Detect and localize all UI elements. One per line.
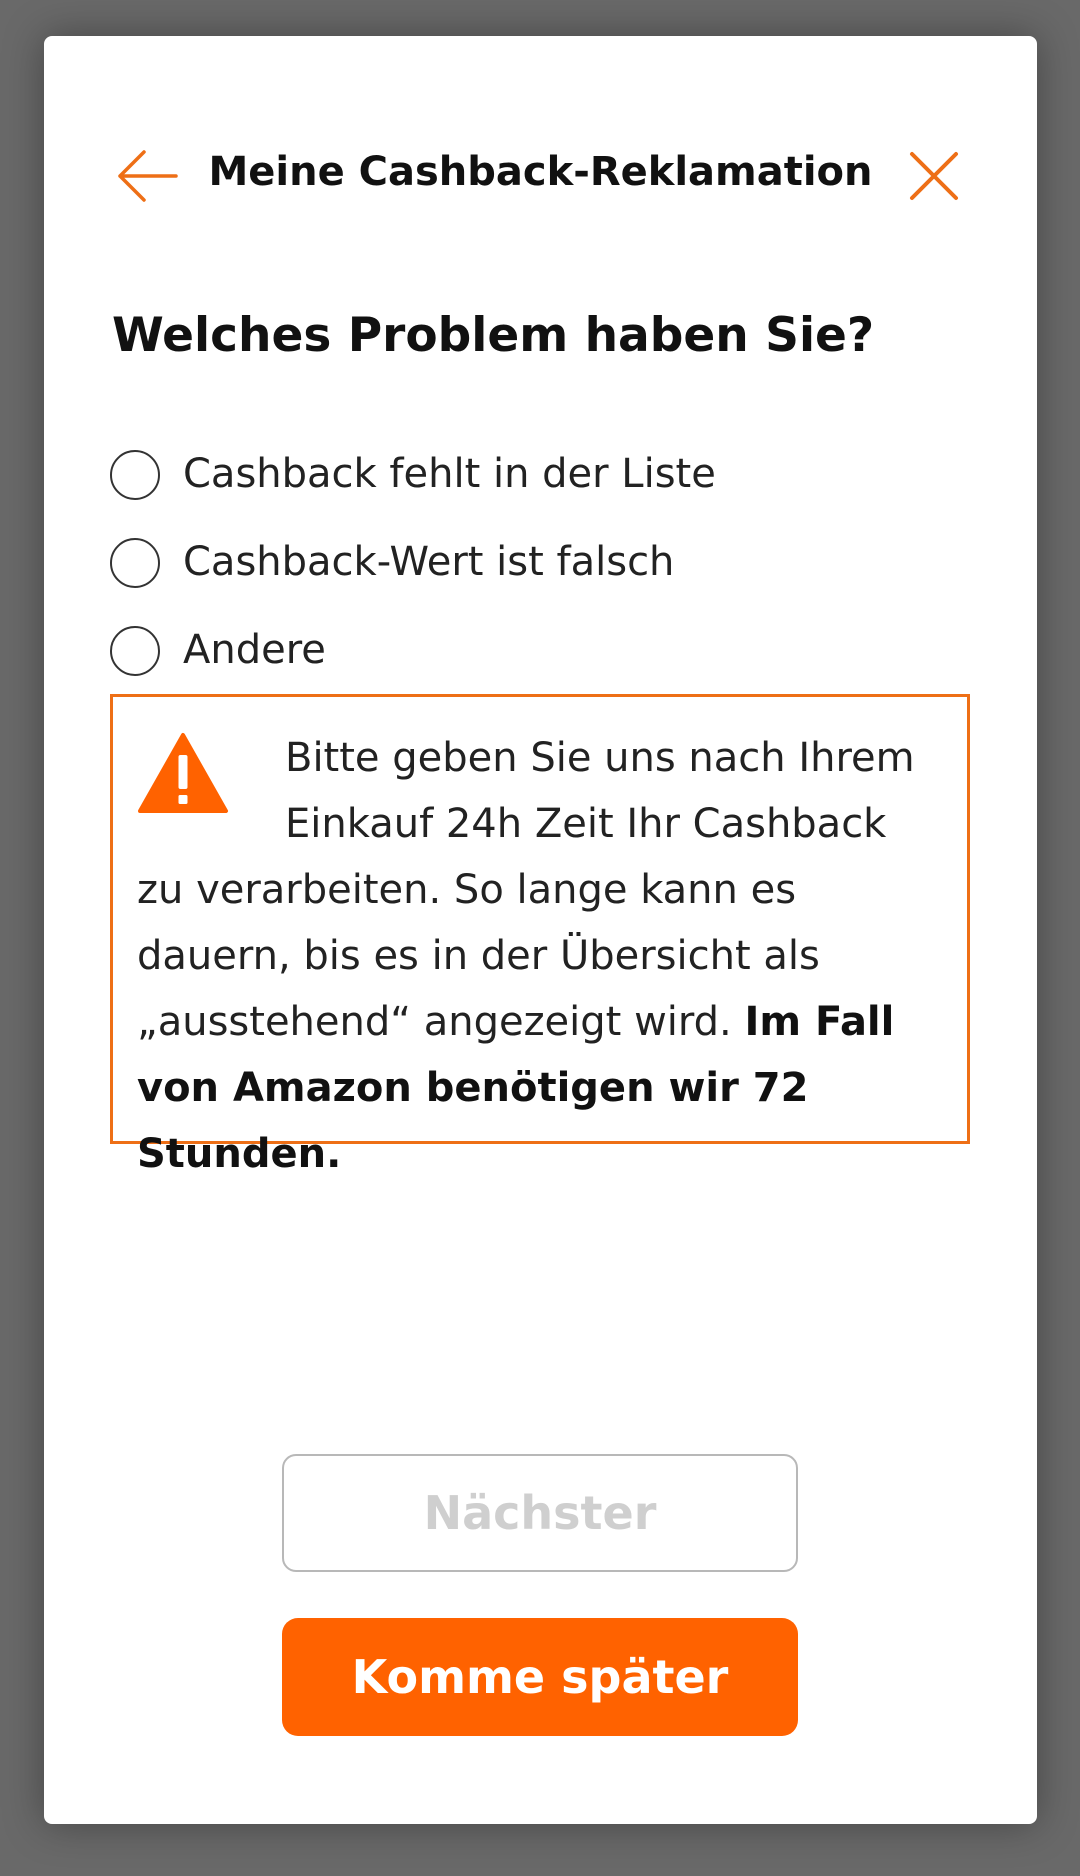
option-label: Cashback fehlt in der Liste	[183, 451, 716, 497]
warning-icon	[138, 733, 228, 813]
notice-text: Bitte geben Sie uns nach Ihrem Einkauf 2…	[137, 725, 943, 1187]
question-heading: Welches Problem haben Sie?	[112, 308, 875, 363]
come-later-button[interactable]: Komme später	[282, 1618, 798, 1736]
option-label: Andere	[183, 627, 326, 673]
dialog-title: Meine Cashback-Reklamation	[208, 149, 873, 195]
option-missing-cashback[interactable]: Cashback fehlt in der Liste	[110, 446, 716, 534]
info-notice: Bitte geben Sie uns nach Ihrem Einkauf 2…	[110, 694, 970, 1177]
close-icon	[910, 152, 958, 200]
close-button[interactable]	[902, 144, 966, 208]
next-button[interactable]: Nächster	[282, 1454, 798, 1572]
radio-button[interactable]	[110, 450, 160, 500]
complaint-dialog: Meine Cashback-Reklamation Welches Probl…	[44, 36, 1037, 1824]
dialog-header: Meine Cashback-Reklamation	[44, 136, 1037, 216]
arrow-left-icon	[118, 150, 178, 202]
option-label: Cashback-Wert ist falsch	[183, 539, 675, 585]
back-button[interactable]	[114, 142, 182, 210]
problem-options: Cashback fehlt in der Liste Cashback-Wer…	[110, 446, 716, 710]
option-wrong-value[interactable]: Cashback-Wert ist falsch	[110, 534, 716, 622]
radio-button[interactable]	[110, 626, 160, 676]
radio-button[interactable]	[110, 538, 160, 588]
